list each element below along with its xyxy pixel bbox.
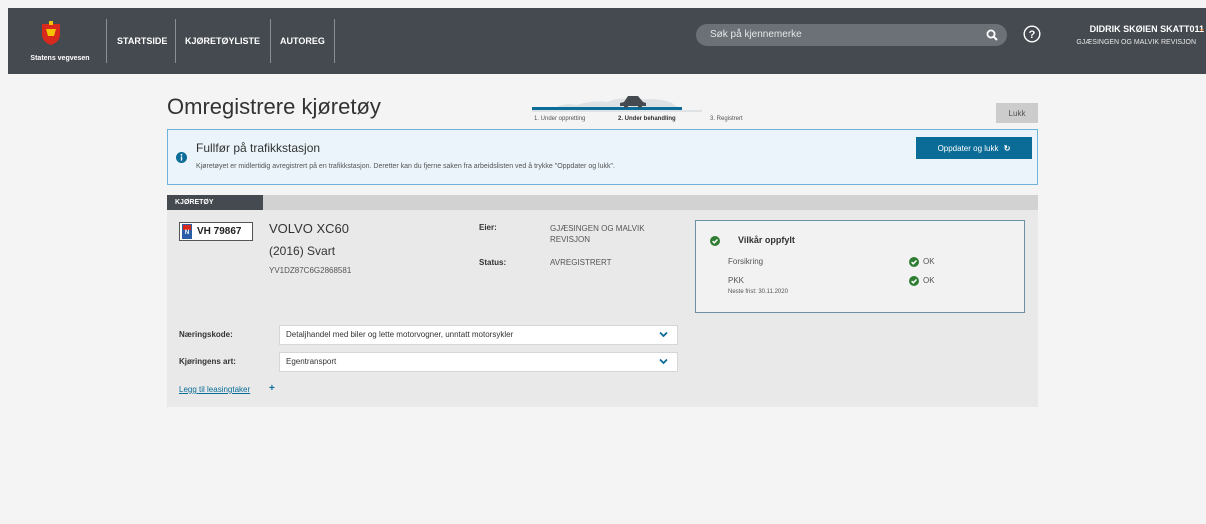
- check-circle-icon: [909, 276, 919, 286]
- industry-code-value: Detaljhandel med biler og lette motorvog…: [286, 330, 514, 339]
- search-icon[interactable]: [986, 29, 998, 41]
- owner-label: Eier:: [479, 223, 497, 232]
- lion-crest-icon: [42, 21, 60, 45]
- logo-text: Statens vegvesen: [30, 55, 90, 62]
- check-circle-icon: [710, 236, 720, 246]
- info-icon: [176, 152, 187, 163]
- info-box: Fullfør på trafikkstasjon Kjøretøyet er …: [167, 129, 1038, 185]
- svg-text:?: ?: [1029, 29, 1036, 41]
- user-organization: GJÆSINGEN OG MALVIK REVISJON: [1076, 39, 1196, 46]
- pkk-label: PKK: [728, 276, 745, 285]
- vehicle-year-color: (2016) Svart: [269, 244, 336, 258]
- logo[interactable]: Statens vegvesen: [8, 8, 104, 74]
- step-1-label: 1. Under oppretting: [534, 116, 586, 122]
- vehicle-model: VOLVO XC60: [269, 221, 349, 236]
- vehicle-panel: KJØRETØY N VH 79867 VOLVO XC60 (2016) Sv…: [167, 195, 1038, 407]
- search-input[interactable]: Søk på kjennemerke: [696, 24, 1007, 46]
- tab-vehicle[interactable]: KJØRETØY: [167, 195, 263, 210]
- page: Statens vegvesen STARTSIDE KJØRETØYLISTE…: [0, 0, 1206, 524]
- plate-country-code: N: [184, 230, 190, 236]
- update-and-close-button[interactable]: Oppdater og lukk ↻: [916, 137, 1032, 159]
- conditions-title: Vilkår oppfylt: [738, 235, 795, 245]
- status-value: AVREGISTRERT: [550, 258, 612, 267]
- chevron-down-icon: [659, 358, 668, 365]
- status-label: Status:: [479, 258, 507, 267]
- help-icon[interactable]: ?: [1023, 25, 1041, 43]
- chevron-down-icon[interactable]: ⌄: [1198, 23, 1206, 34]
- panel-tab-bar: KJØRETØY: [167, 195, 1038, 210]
- plate-number: VH 79867: [197, 226, 242, 237]
- nav-kjoretoyliste[interactable]: KJØRETØYLISTE: [185, 8, 260, 74]
- nav-separator: [106, 19, 107, 63]
- driving-type-label: Kjøringens art:: [179, 357, 236, 366]
- driving-type-select[interactable]: Egentransport: [279, 352, 678, 372]
- chevron-down-icon: [659, 331, 668, 338]
- insurance-label: Forsikring: [728, 257, 764, 266]
- nav-separator: [334, 19, 335, 63]
- industry-code-select[interactable]: Detaljhandel med biler og lette motorvog…: [279, 325, 678, 345]
- refresh-icon: ↻: [1003, 143, 1011, 153]
- check-circle-icon: [909, 257, 919, 267]
- nav-startside[interactable]: STARTSIDE: [117, 8, 167, 74]
- insurance-status: OK: [923, 257, 935, 266]
- stepper-graphic: [532, 96, 702, 112]
- nav-separator: [175, 19, 176, 63]
- user-name[interactable]: DIDRIK SKØIEN SKATT011: [1064, 24, 1204, 34]
- info-text: Kjøretøyet er midlertidig avregistrert p…: [196, 163, 615, 170]
- conditions-box: Vilkår oppfylt Forsikring OK PKK OK Nest…: [695, 220, 1025, 313]
- owner-value: GJÆSINGEN OG MALVIK REVISJON: [550, 224, 645, 244]
- step-2-label: 2. Under behandling: [618, 116, 676, 122]
- driving-type-value: Egentransport: [286, 357, 337, 366]
- pkk-status: OK: [923, 276, 935, 285]
- progress-stepper: 1. Under oppretting 2. Under behandling …: [532, 92, 743, 128]
- close-button[interactable]: Lukk: [996, 103, 1038, 123]
- top-bar: Statens vegvesen STARTSIDE KJØRETØYLISTE…: [8, 8, 1206, 74]
- nav-separator: [270, 19, 271, 63]
- license-plate: N VH 79867: [179, 222, 253, 241]
- pkk-deadline: Neste frist: 30.11.2020: [728, 289, 788, 295]
- nav-autoreg[interactable]: AUTOREG: [280, 8, 325, 74]
- page-title: Omregistrere kjøretøy: [167, 94, 381, 119]
- search-placeholder: Søk på kjennemerke: [710, 29, 802, 40]
- info-title: Fullfør på trafikkstasjon: [196, 141, 321, 155]
- vehicle-vin: YV1DZ87C6G2868581: [269, 266, 352, 275]
- add-lessee-link[interactable]: Legg til leasingtaker: [179, 385, 250, 394]
- plus-icon[interactable]: +: [269, 384, 275, 394]
- step-3-label: 3. Registrert: [710, 116, 743, 122]
- industry-code-label: Næringskode:: [179, 330, 233, 339]
- plate-country-badge: N: [182, 224, 192, 239]
- update-button-label: Oppdater og lukk: [937, 143, 999, 153]
